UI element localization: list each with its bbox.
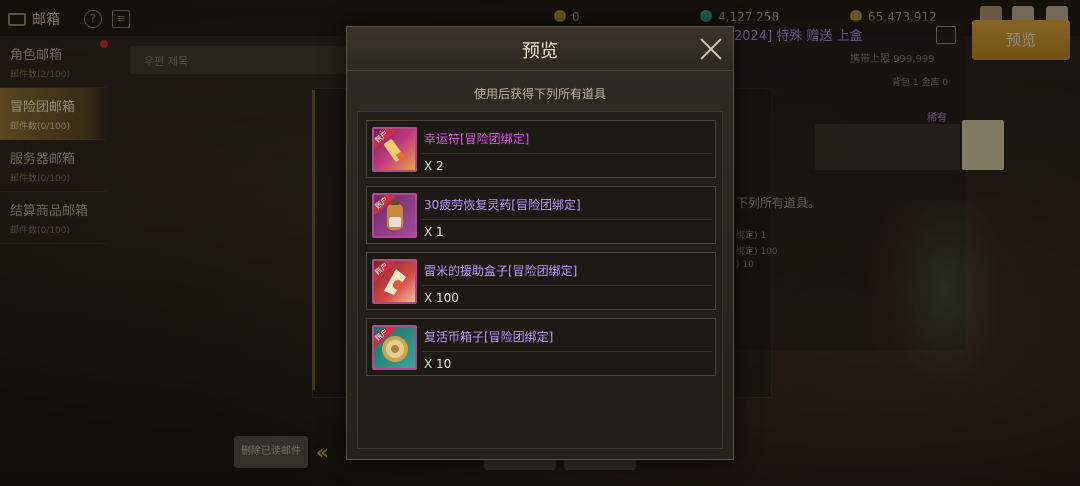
item-name: 30疲劳恢复灵药[冒险团绑定] <box>424 198 581 212</box>
modal-subtitle: 使用后获得下列所有道具 <box>473 87 606 101</box>
item-name: 复活币箱子[冒险团绑定] <box>424 330 554 344</box>
modal-title: 预览 <box>522 41 558 62</box>
item-quantity: X 10 <box>424 357 452 371</box>
reward-item-list: 账户 幸运符[冒险团绑定] X 2 账户 30疲劳恢复灵药[冒险团绑定] X 1… <box>357 111 723 449</box>
item-divider <box>422 285 712 286</box>
support-box-icon[interactable]: 账户 <box>372 259 417 304</box>
list-item[interactable]: 账户 30疲劳恢复灵药[冒险团绑定] X 1 <box>366 186 716 244</box>
item-quantity: X 1 <box>424 225 444 239</box>
item-divider <box>422 153 712 154</box>
revival-coin-box-icon[interactable]: 账户 <box>372 325 417 370</box>
item-name: 雷米的援助盒子[冒险团绑定] <box>424 264 578 278</box>
modal-header: 预览 <box>347 27 733 71</box>
close-icon[interactable] <box>699 37 723 61</box>
lucky-charm-icon[interactable]: 账户 <box>372 127 417 172</box>
list-item[interactable]: 账户 幸运符[冒险团绑定] X 2 <box>366 120 716 178</box>
item-quantity: X 2 <box>424 159 444 173</box>
list-item[interactable]: 账户 复活币箱子[冒险团绑定] X 10 <box>366 318 716 376</box>
item-divider <box>422 351 712 352</box>
list-item[interactable]: 账户 雷米的援助盒子[冒险团绑定] X 100 <box>366 252 716 310</box>
item-name: 幸运符[冒险团绑定] <box>424 132 530 146</box>
item-quantity: X 100 <box>424 291 459 305</box>
fatigue-potion-icon[interactable]: 账户 <box>372 193 417 238</box>
preview-modal: 预览 使用后获得下列所有道具 账户 幸运符[冒险团绑定] X 2 账户 30疲劳… <box>346 26 734 460</box>
item-divider <box>422 219 712 220</box>
